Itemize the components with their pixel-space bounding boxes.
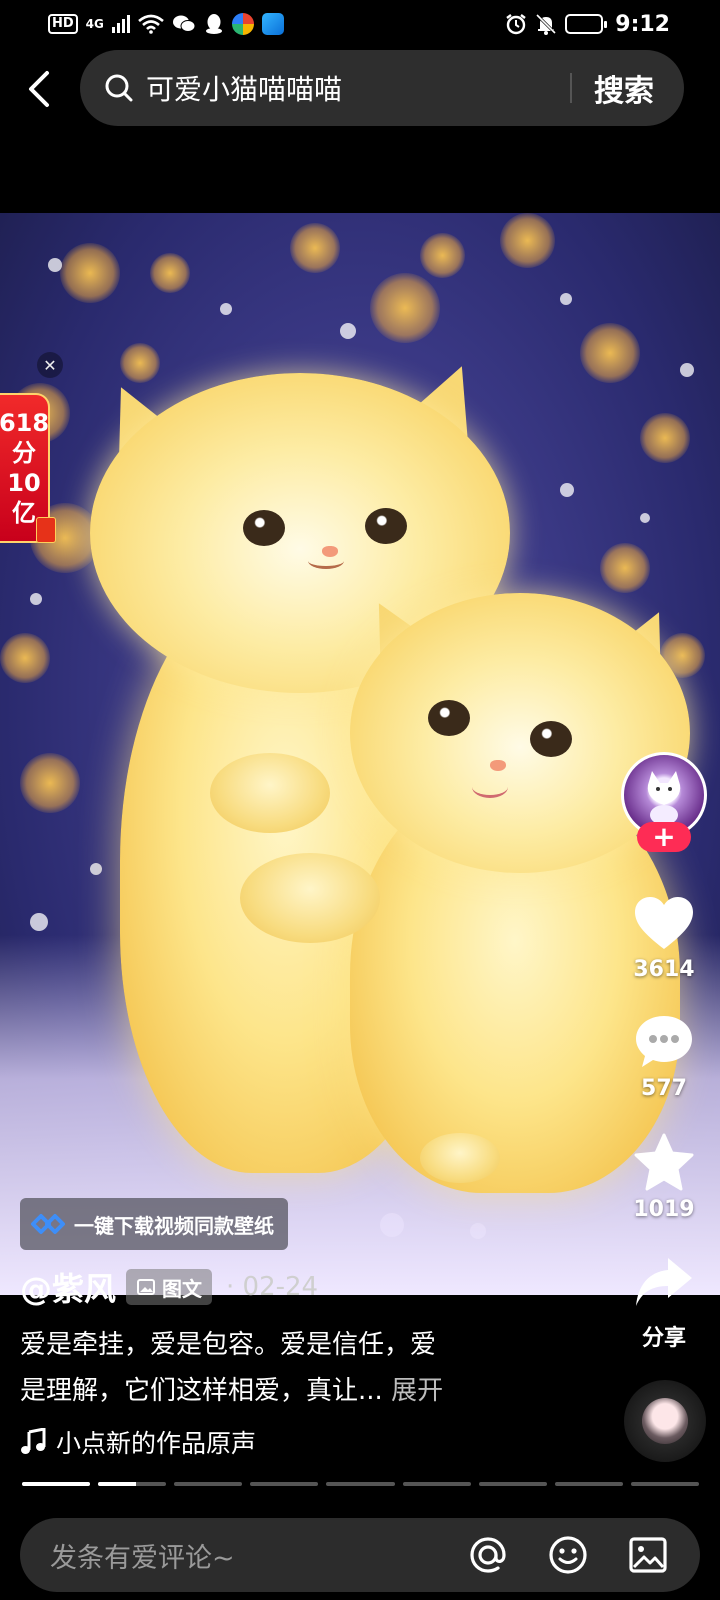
progress-segment	[98, 1482, 167, 1486]
comment-count: 577	[641, 1076, 687, 1101]
promo-line-1: 618	[0, 409, 50, 437]
progress-segment	[326, 1482, 395, 1486]
back-arrow-icon	[29, 71, 49, 107]
network-type: 4G	[85, 17, 104, 31]
progress-segment	[250, 1482, 319, 1486]
hd-indicator: HD	[48, 14, 78, 34]
description-line-2: 是理解，它们这样相爱，真让... 展开	[20, 1368, 540, 1414]
at-icon[interactable]	[466, 1533, 510, 1577]
wechat-icon	[172, 15, 196, 32]
post-type-tag: 图文	[126, 1269, 213, 1305]
description-line-1: 爱是牵挂，爱是包容。爱是信任，爱	[20, 1330, 437, 1360]
disc-avatar	[642, 1398, 688, 1444]
status-bar: HD 4G 9:12	[0, 0, 720, 48]
star-icon	[634, 1133, 694, 1191]
share-icon	[636, 1258, 692, 1306]
close-icon: ✕	[43, 355, 57, 375]
description-line-2-text: 是理解，它们这样相爱，真让...	[20, 1376, 383, 1406]
app-icon-blue	[261, 13, 284, 35]
cat-right	[0, 213, 720, 1295]
progress-segment	[22, 1482, 91, 1486]
favorite-button[interactable]: 1019	[620, 1133, 708, 1222]
back-button[interactable]	[22, 66, 56, 112]
image-icon[interactable]	[626, 1533, 670, 1577]
comment-button[interactable]: 577	[620, 1014, 708, 1101]
search-button[interactable]: 搜索	[594, 66, 654, 110]
red-envelope-icon	[36, 517, 56, 543]
search-divider	[570, 73, 572, 103]
progress-segment	[402, 1482, 471, 1486]
image-icon	[137, 1279, 156, 1295]
app-icon-colorful	[231, 13, 254, 35]
link-icon	[31, 1214, 65, 1234]
comment-actions	[466, 1533, 670, 1577]
music-note-icon	[21, 1428, 46, 1454]
image-progress-indicator	[22, 1482, 699, 1486]
author-row: @紫风 图文 · 02-24	[20, 1264, 318, 1310]
status-time: 9:12	[615, 11, 670, 37]
promo-badge[interactable]: 618 分 10 亿	[0, 393, 56, 543]
status-left: HD 4G	[48, 13, 284, 35]
post-type-label: 图文	[162, 1276, 203, 1301]
qq-icon	[205, 14, 222, 34]
download-wallpaper-label: 一键下载视频同款壁纸	[74, 1213, 274, 1238]
music-disc[interactable]	[624, 1380, 706, 1462]
follow-button[interactable]: +	[637, 822, 691, 852]
progress-segment	[630, 1482, 699, 1486]
alarm-icon	[506, 14, 526, 35]
promo-line-2: 分	[12, 439, 36, 467]
like-button[interactable]: 3614	[620, 895, 708, 982]
post-image[interactable]	[0, 213, 720, 1295]
heart-icon	[635, 897, 693, 949]
author-name[interactable]: @紫风	[20, 1264, 116, 1310]
signal-icon	[111, 15, 130, 33]
comment-input-bar[interactable]: 发条有爱评论~	[20, 1518, 700, 1592]
progress-segment-fill	[22, 1482, 91, 1486]
like-count: 3614	[633, 957, 695, 982]
promo-close-button[interactable]: ✕	[37, 352, 63, 378]
status-right: 9:12	[505, 12, 670, 37]
download-wallpaper-button[interactable]: 一键下载视频同款壁纸	[20, 1198, 288, 1250]
progress-segment	[554, 1482, 623, 1486]
favorite-count: 1019	[633, 1197, 695, 1222]
share-button[interactable]	[620, 1256, 708, 1308]
expand-button[interactable]: 展开	[391, 1376, 443, 1406]
progress-segment	[478, 1482, 547, 1486]
share-label: 分享	[641, 1326, 686, 1351]
music-title: 小点新的作品原声	[56, 1429, 257, 1458]
mute-bell-icon	[536, 13, 557, 35]
music-info[interactable]: 小点新的作品原声	[20, 1424, 256, 1460]
progress-segment-fill	[98, 1482, 136, 1486]
comment-icon	[636, 1016, 692, 1067]
wifi-icon	[138, 14, 164, 34]
search-icon	[105, 74, 133, 102]
progress-segment	[174, 1482, 243, 1486]
post-description[interactable]: 爱是牵挂，爱是包容。爱是信任，爱 是理解，它们这样相爱，真让... 展开	[20, 1322, 540, 1414]
promo-line-4: 亿	[12, 499, 36, 527]
promo-line-3: 10	[7, 469, 41, 497]
search-query[interactable]: 可爱小猫喵喵喵	[146, 68, 570, 108]
comment-input[interactable]: 发条有爱评论~	[50, 1536, 466, 1575]
search-bar[interactable]: 可爱小猫喵喵喵 搜索	[80, 50, 684, 126]
post-date: · 02-24	[226, 1272, 319, 1302]
battery-icon	[565, 14, 608, 34]
emoji-icon[interactable]	[546, 1533, 590, 1577]
